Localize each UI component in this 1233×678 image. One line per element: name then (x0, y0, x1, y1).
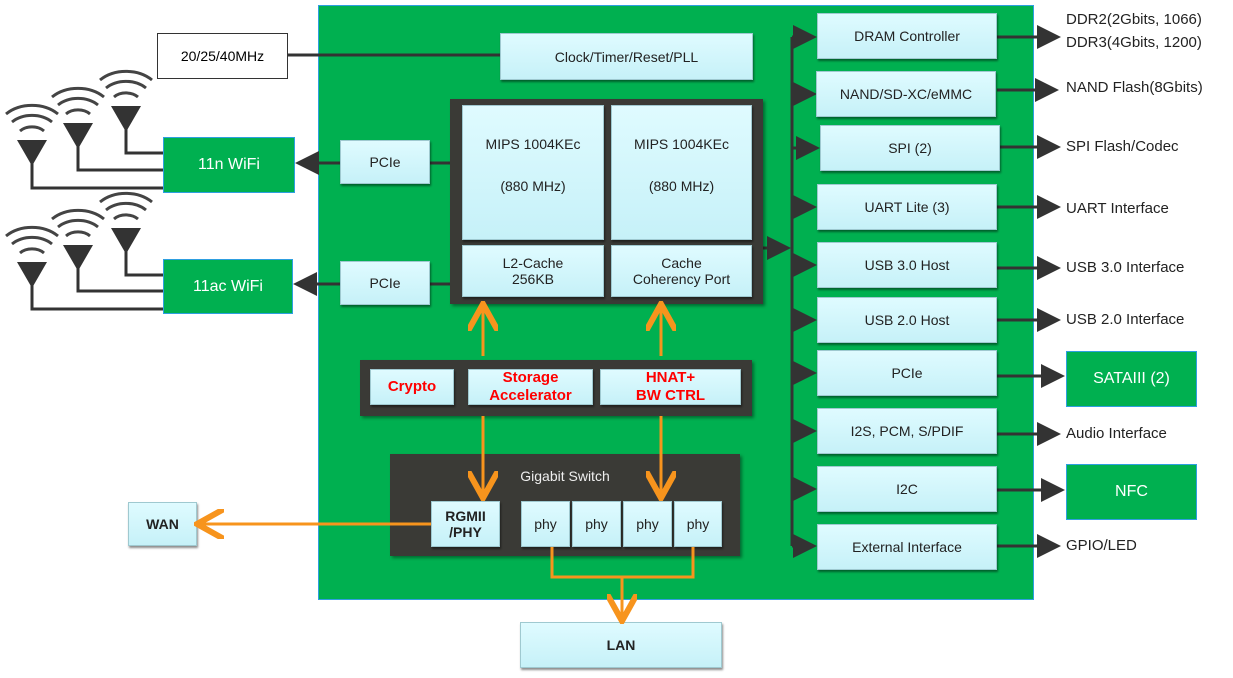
pcie-controller: PCIe (817, 350, 997, 396)
nand-flash-label: NAND Flash(8Gbits) (1066, 79, 1203, 96)
nand-controller: NAND/SD-XC/eMMC (816, 71, 996, 117)
spi-controller: SPI (2) (820, 125, 1000, 171)
audio-controller: I2S, PCM, S/PDIF (817, 408, 997, 454)
usb3-interface-label: USB 3.0 Interface (1066, 259, 1185, 276)
gpio-led-label: GPIO/LED (1066, 537, 1137, 554)
usb3-host: USB 3.0 Host (817, 242, 997, 288)
i2c-controller: I2C (817, 466, 997, 512)
ddr2-label: DDR2(2Gbits, 1066) (1066, 11, 1202, 28)
uart-interface-label: UART Interface (1066, 200, 1169, 217)
data-path-arrows (0, 0, 695, 678)
sata-block: SATAIII (2) (1066, 351, 1197, 407)
nfc-block: NFC (1066, 464, 1197, 520)
usb2-host: USB 2.0 Host (817, 297, 997, 343)
ddr3-label: DDR3(4Gbits, 1200) (1066, 34, 1202, 51)
dram-controller: DRAM Controller (817, 13, 997, 59)
audio-interface-label: Audio Interface (1066, 425, 1167, 442)
spi-flash-label: SPI Flash/Codec (1066, 138, 1179, 155)
external-interface: External Interface (817, 524, 997, 570)
uart-controller: UART Lite (3) (817, 184, 997, 230)
usb2-interface-label: USB 2.0 Interface (1066, 311, 1185, 328)
